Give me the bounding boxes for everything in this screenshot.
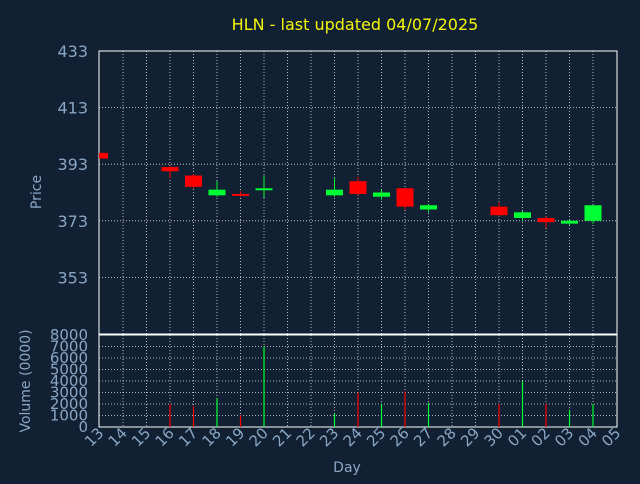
volume-axis-label: Volume (0000): [18, 329, 34, 432]
candle-body: [232, 193, 249, 196]
day-tick-label: 01: [504, 424, 530, 450]
price-tick-label: 433: [57, 42, 88, 61]
candle-body: [208, 189, 226, 196]
day-tick-label: 03: [551, 424, 577, 450]
day-tick-label: 29: [457, 424, 483, 450]
day-axis-label: Day: [333, 460, 361, 476]
candle-body: [373, 192, 390, 197]
price-tick-label: 353: [57, 268, 88, 287]
price-tick-label: 373: [57, 212, 88, 231]
day-tick-label: 14: [105, 424, 131, 450]
day-tick-label: 27: [410, 424, 436, 450]
day-tick-label: 25: [363, 424, 389, 450]
candle-body: [349, 181, 367, 194]
day-tick-label: 04: [575, 424, 601, 450]
volume-panel: 8000700060005000400030002000100001314151…: [50, 326, 625, 450]
candle-body: [490, 206, 508, 216]
chart-title: HLN - last updated 04/07/2025: [232, 15, 479, 34]
candle-body: [326, 189, 343, 196]
candle-body: [420, 205, 437, 210]
candle-body: [561, 220, 578, 224]
day-tick-label: 17: [175, 424, 201, 450]
day-tick-label: 18: [199, 424, 225, 450]
price-tick-label: 413: [57, 99, 88, 118]
price-panel: 433 413 393 373 353: [57, 42, 618, 335]
day-tick-label: 23: [316, 424, 342, 450]
candle-body: [396, 188, 414, 207]
day-tick-label: 15: [128, 424, 154, 450]
day-tick-label: 19: [222, 424, 248, 450]
day-tick-label: 16: [152, 424, 178, 450]
day-tick-label: 20: [246, 424, 272, 450]
day-tick-label: 26: [387, 424, 413, 450]
candle-body: [99, 152, 108, 159]
price-axis-label: Price: [29, 175, 45, 209]
candle-body: [514, 212, 531, 218]
day-tick-label: 05: [598, 424, 624, 450]
candle-body: [537, 217, 555, 223]
stock-chart: HLN - last updated 04/07/2025 Price Volu…: [0, 0, 640, 480]
day-tick-label: 24: [340, 424, 366, 450]
candle-body: [161, 167, 179, 172]
day-tick-label: 02: [528, 424, 554, 450]
candle-body: [255, 188, 273, 191]
day-tick-label: 30: [481, 424, 507, 450]
candle-body: [185, 175, 202, 187]
day-tick-label: 21: [269, 424, 295, 450]
candle-body: [584, 205, 602, 221]
day-tick-label: 28: [434, 424, 460, 450]
day-tick-label: 22: [293, 424, 319, 450]
price-tick-label: 393: [57, 155, 88, 174]
chart-canvas: HLN - last updated 04/07/2025 Price Volu…: [18, 15, 625, 476]
